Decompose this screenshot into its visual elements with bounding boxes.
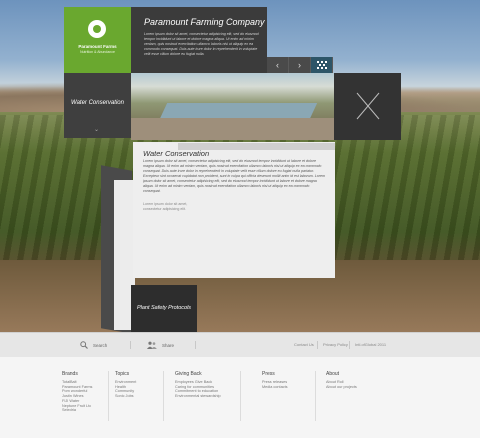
content-body-extra: Lorem ipsum dolor sit amet, consectetur … xyxy=(143,202,188,211)
close-icon xyxy=(356,92,380,120)
footer-link[interactable]: About our projects xyxy=(326,385,357,390)
footer-link[interactable]: Seledria xyxy=(62,408,92,413)
divider xyxy=(130,341,131,349)
share-button[interactable]: Share xyxy=(147,333,174,357)
close-button[interactable] xyxy=(334,73,401,140)
logo-mark xyxy=(88,20,106,38)
footer-link[interactable]: Media contacts xyxy=(262,385,288,390)
footer-column-brands: Brands TotalBalt Paramount Farms Pom won… xyxy=(62,371,92,413)
footer-column-press: Press Press releases Media contacts xyxy=(262,371,288,389)
footer-column-topics: Topics Environment Health Community Soni… xyxy=(115,371,136,399)
footer-heading: Giving Back xyxy=(175,371,202,377)
intro-panel: Paramount Farming Company Lorem ipsum do… xyxy=(131,7,267,73)
bottom-toolbar: Search Share Contact Us Privacy Policy I… xyxy=(0,332,480,358)
footer-link-privacy[interactable]: Privacy Policy xyxy=(323,342,348,347)
content-title: Water Conservation xyxy=(143,149,210,158)
prev-arrow-button[interactable]: ‹ xyxy=(267,57,289,73)
footer-link[interactable]: Press releases xyxy=(262,380,288,385)
grid-view-button[interactable] xyxy=(311,57,333,73)
footer-divider xyxy=(315,371,316,421)
footer-heading: Press xyxy=(262,371,275,377)
footer-link[interactable]: Sonic Jobs xyxy=(115,394,136,399)
footer-column-giving-back: Giving Back Employees Give Back Caring f… xyxy=(175,371,221,399)
sidebar-item-label: Plant Safety Protocols xyxy=(136,305,192,311)
footer-heading: Topics xyxy=(115,371,130,377)
share-label: Share xyxy=(162,342,175,348)
grid-icon xyxy=(316,61,327,69)
sidebar-item-plant-safety[interactable]: Plant Safety Protocols xyxy=(131,285,197,332)
intro-text: Lorem ipsum dolor sit amet, consectetur … xyxy=(144,32,259,56)
search-icon xyxy=(80,341,88,349)
card-fold xyxy=(178,143,335,150)
sidebar-item-label: Water Conservation xyxy=(71,100,124,106)
footer-link-contact[interactable]: Contact Us xyxy=(294,342,314,347)
share-icon xyxy=(147,341,157,349)
footer-link[interactable]: Environment xyxy=(115,380,136,385)
sidebar-item-water-conservation[interactable]: Water Conservation ⌄ xyxy=(64,73,131,138)
search-button[interactable]: Search xyxy=(80,333,107,357)
logo-tagline: Nutrition & Abundance xyxy=(80,50,115,54)
page-title: Paramount Farming Company xyxy=(144,17,265,27)
footer: Brands TotalBalt Paramount Farms Pom won… xyxy=(0,357,480,438)
logo-name: Paramount Farms xyxy=(78,44,117,49)
content-card: Water Conservation Lorem ipsum dolor sit… xyxy=(133,142,335,278)
footer-column-about: About About Roll About our projects xyxy=(326,371,357,389)
divider xyxy=(195,341,196,349)
chevron-down-icon: ⌄ xyxy=(94,127,100,133)
divider xyxy=(317,341,318,349)
canal-bank xyxy=(131,118,335,140)
slider-controls: ‹ › xyxy=(267,57,333,73)
footer-divider xyxy=(163,371,164,421)
footer-heading: Brands xyxy=(62,371,78,377)
content-body: Lorem ipsum dolor sit amet, consectetur … xyxy=(143,159,325,193)
footer-divider xyxy=(108,371,109,421)
footer-divider xyxy=(240,371,241,421)
footer-heading: About xyxy=(326,371,340,377)
footer-link-copyright[interactable]: Intl.ofGlobal 2011 xyxy=(355,342,386,347)
footer-link[interactable]: Environmental stewardship xyxy=(175,394,221,399)
divider xyxy=(349,341,350,349)
logo[interactable]: Paramount Farms Nutrition & Abundance xyxy=(64,7,131,73)
canal-photo xyxy=(131,73,335,140)
search-label: Search xyxy=(93,342,108,348)
next-arrow-button[interactable]: › xyxy=(289,57,311,73)
